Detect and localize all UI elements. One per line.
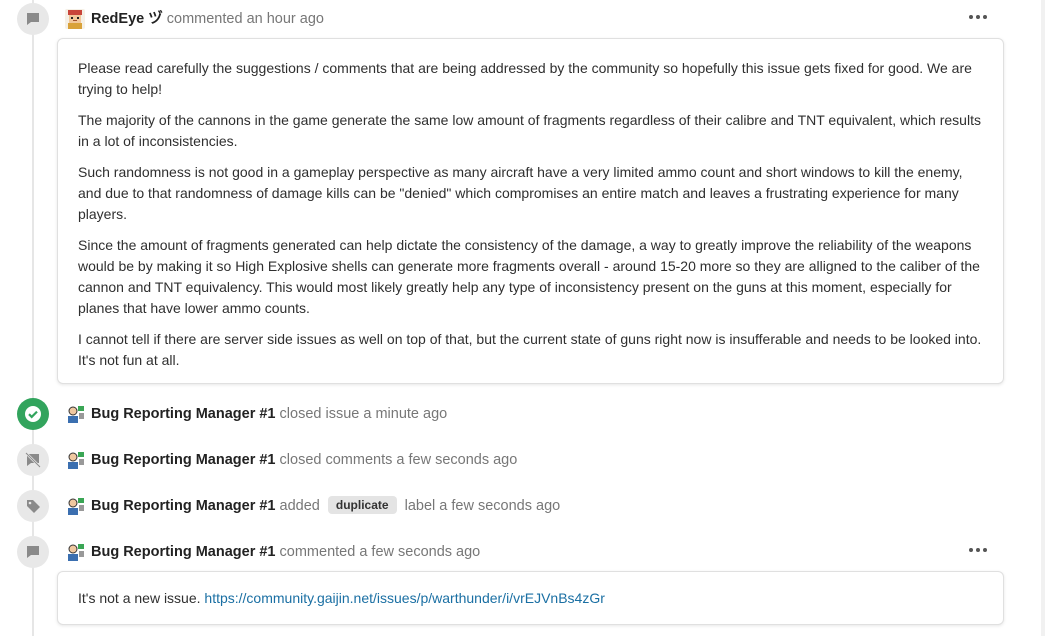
event-time[interactable]: a minute ago: [363, 406, 447, 422]
event-time[interactable]: a few seconds ago: [359, 544, 480, 560]
label-duplicate[interactable]: duplicate: [327, 496, 397, 514]
comment-body: It's not a new issue. https://community.…: [57, 571, 1004, 625]
more-dot-icon: [976, 548, 980, 552]
event-action: commented: [166, 11, 243, 27]
more-dot-icon: [969, 548, 973, 552]
comment-paragraph: I cannot tell if there are server side i…: [78, 331, 982, 368]
event-action-suffix: label: [404, 498, 436, 514]
tag-icon: [17, 490, 49, 522]
event-header: Bug Reporting Manager #1 added duplicate…: [91, 496, 560, 516]
event-action: added: [279, 498, 320, 514]
comment-paragraph: Such randomness is not good in a gamepla…: [78, 164, 963, 222]
comment-icon: [17, 536, 49, 568]
comment-paragraph: The majority of the cannons in the game …: [78, 112, 981, 149]
more-options-button[interactable]: [969, 544, 989, 556]
more-dot-icon: [976, 15, 980, 19]
comment-icon: [17, 3, 49, 35]
comment-header: RedEye ヅ commented an hour ago: [91, 9, 324, 29]
author-name[interactable]: Bug Reporting Manager #1: [91, 452, 276, 468]
event-header: Bug Reporting Manager #1 closed issue a …: [91, 404, 447, 424]
event-header: Bug Reporting Manager #1 closed comments…: [91, 450, 517, 470]
comment-text: It's not a new issue.: [78, 590, 201, 606]
more-dot-icon: [983, 548, 987, 552]
author-name[interactable]: Bug Reporting Manager #1: [91, 544, 276, 560]
event-time[interactable]: a few seconds ago: [439, 498, 560, 514]
comment-header: Bug Reporting Manager #1 commented a few…: [91, 542, 480, 562]
issue-link[interactable]: https://community.gaijin.net/issues/p/wa…: [204, 590, 604, 606]
avatar[interactable]: [65, 404, 85, 424]
author-name[interactable]: Bug Reporting Manager #1: [91, 406, 276, 422]
scrollbar-track[interactable]: [1041, 0, 1045, 636]
avatar[interactable]: [65, 496, 85, 516]
check-circle-icon: [17, 398, 49, 430]
more-dot-icon: [983, 15, 987, 19]
event-action: closed comments: [279, 452, 393, 468]
avatar[interactable]: [65, 9, 85, 29]
avatar[interactable]: [65, 542, 85, 562]
comment-off-icon: [17, 444, 49, 476]
more-options-button[interactable]: [969, 11, 989, 23]
event-time[interactable]: a few seconds ago: [396, 452, 517, 468]
avatar[interactable]: [65, 450, 85, 470]
event-action: commented: [279, 544, 356, 560]
comment-body: Please read carefully the suggestions / …: [57, 38, 1004, 384]
author-name[interactable]: RedEye ヅ: [91, 11, 163, 27]
comment-paragraph: Since the amount of fragments generated …: [78, 237, 980, 316]
author-name[interactable]: Bug Reporting Manager #1: [91, 498, 276, 514]
event-time[interactable]: an hour ago: [247, 11, 324, 27]
more-dot-icon: [969, 15, 973, 19]
event-action: closed issue: [279, 406, 360, 422]
comment-paragraph: It's not a new issue. https://community.…: [78, 588, 983, 609]
comment-paragraph: Please read carefully the suggestions / …: [78, 60, 972, 97]
